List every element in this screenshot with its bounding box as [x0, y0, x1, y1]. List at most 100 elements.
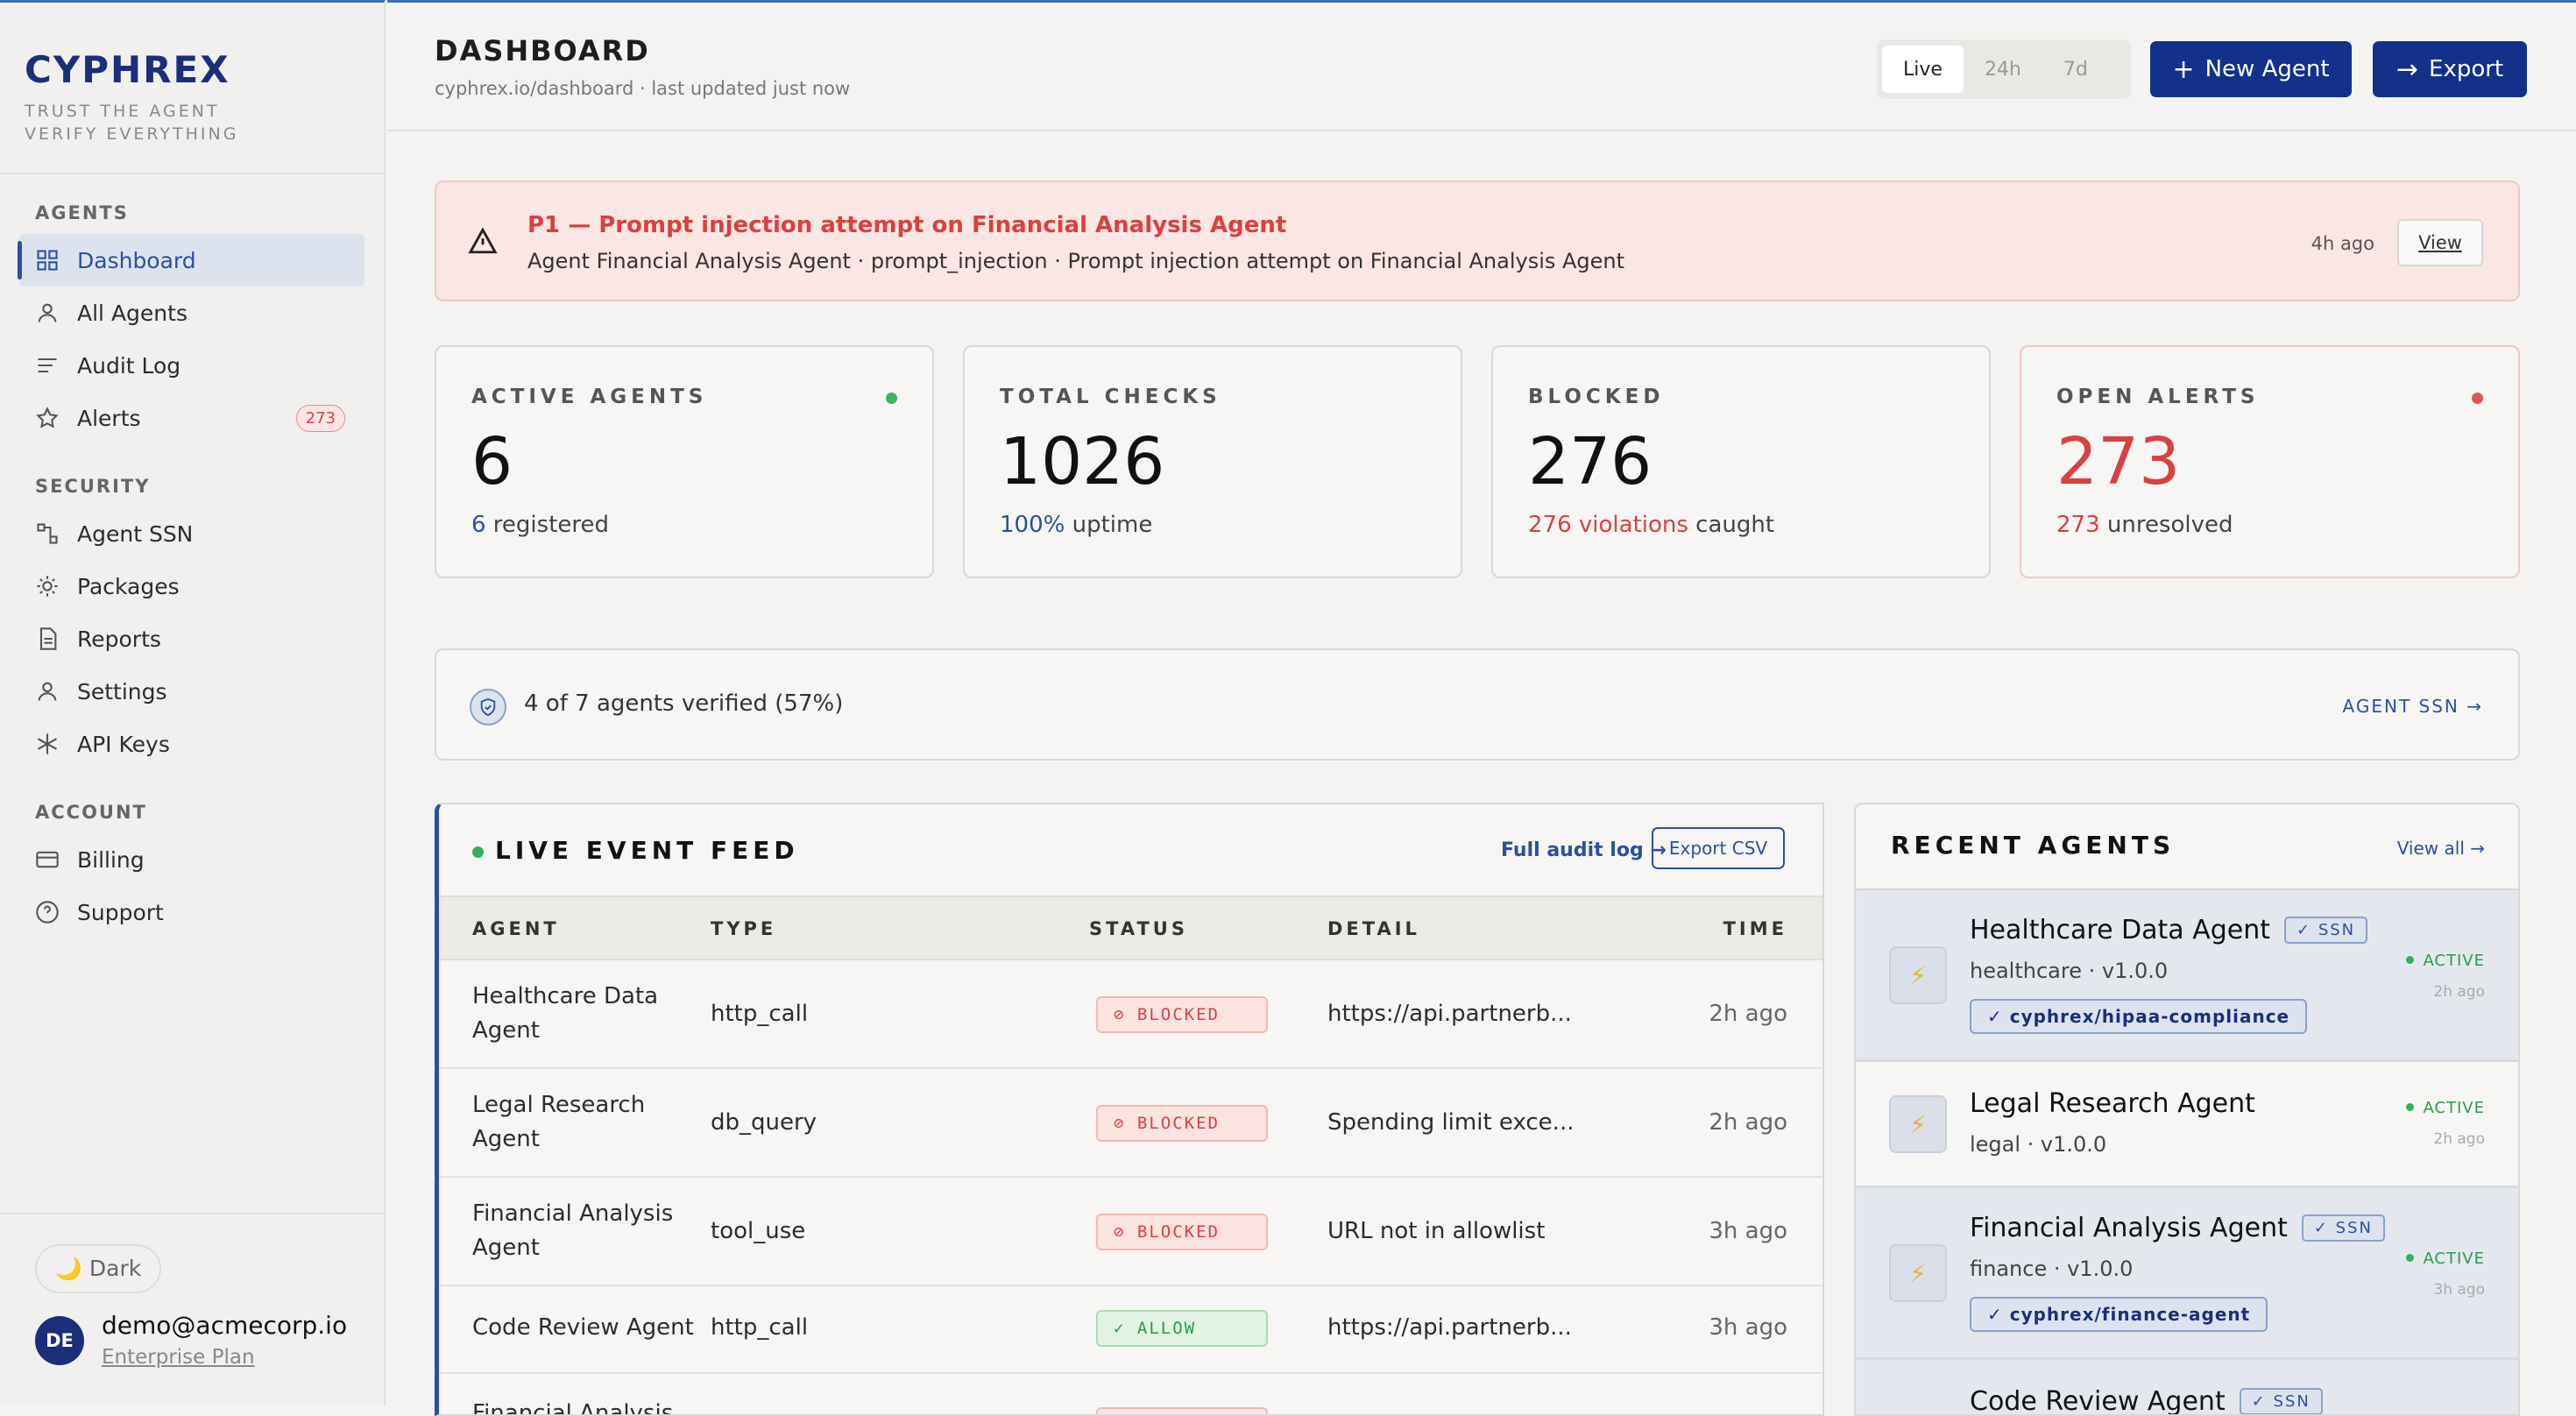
- package-badge[interactable]: ✓ cyphrex/hipaa-compliance: [1970, 999, 2308, 1034]
- package-badge[interactable]: ✓ cyphrex/finance-agent: [1970, 1297, 2268, 1332]
- table-row[interactable]: Legal Research Agent db_query ⊘ BLOCKED S…: [439, 1069, 1822, 1178]
- recent-agents-panel: RECENT AGENTS View all → ⚡ Healthcare Da…: [1854, 803, 2520, 1416]
- full-audit-log-link[interactable]: Full audit log →: [1501, 839, 1667, 861]
- lightning-icon: ⚡: [1889, 1244, 1947, 1302]
- help-icon: [36, 901, 59, 924]
- cell-agent: Legal Research Agent: [472, 1088, 645, 1157]
- recent-agents-header: RECENT AGENTS View all →: [1856, 804, 2518, 890]
- sidebar-item-alerts[interactable]: Alerts 273: [19, 392, 364, 444]
- new-agent-button[interactable]: + New Agent: [2150, 41, 2352, 97]
- cell-type: http_call: [711, 1314, 809, 1341]
- agent-time: 3h ago: [2433, 1281, 2485, 1299]
- range-24h-tab[interactable]: 24h: [1964, 46, 2042, 93]
- agent-name-line: Healthcare Data: [472, 983, 659, 1009]
- sidebar-item-agent-ssn[interactable]: Agent SSN: [19, 507, 364, 560]
- column-header-type[interactable]: TYPE: [711, 918, 776, 939]
- column-header-status[interactable]: STATUS: [1089, 918, 1188, 939]
- plus-icon: +: [2172, 53, 2195, 85]
- stat-card-open-alerts: OPEN ALERTS 273 273 unresolved: [2020, 345, 2520, 578]
- sidebar-item-packages[interactable]: Packages: [19, 560, 364, 612]
- lightning-icon: ⚡: [1889, 1095, 1947, 1153]
- export-csv-button[interactable]: Export CSV: [1652, 827, 1785, 869]
- agent-meta: finance · v1.0.0: [1970, 1257, 2134, 1281]
- agent-name: Legal Research Agent: [1970, 1088, 2255, 1119]
- alert-detail: Agent Financial Analysis Agent · prompt_…: [527, 249, 1625, 273]
- view-all-link[interactable]: View all →: [2397, 838, 2485, 859]
- sidebar-item-label: Packages: [77, 573, 180, 599]
- theme-toggle-button[interactable]: 🌙 Dark: [35, 1244, 161, 1293]
- sidebar-item-support[interactable]: Support: [19, 886, 364, 938]
- page-title: DASHBOARD: [435, 34, 650, 67]
- sidebar-item-label: Alerts: [77, 405, 141, 431]
- status-badge: ⊘ BLOCKED: [1096, 996, 1268, 1033]
- time-range-selector: Live 24h 7d: [1877, 39, 2131, 99]
- alerts-count-badge: 273: [295, 404, 345, 432]
- live-event-feed: LIVE EVENT FEED Full audit log → Export …: [435, 803, 1824, 1416]
- plan-link[interactable]: Enterprise Plan: [102, 1346, 255, 1369]
- agent-card-healthcare[interactable]: ⚡ Healthcare Data Agent ✓ SSN healthcare …: [1856, 890, 2518, 1062]
- ssn-badge: ✓ SSN: [2239, 1388, 2323, 1414]
- table-row[interactable]: Code Review Agent http_call ✓ ALLOW http…: [439, 1286, 1822, 1374]
- sidebar-item-label: Reports: [77, 626, 161, 652]
- status-badge: ⊘ BLOCKED: [1096, 1105, 1268, 1142]
- cell-type: db_query: [711, 1109, 817, 1136]
- table-row[interactable]: Financial Analysis Agent tool_use ⊘ BLOCK…: [439, 1178, 1822, 1286]
- stat-label: ACTIVE AGENTS: [471, 386, 708, 408]
- agent-card-financial[interactable]: ⚡ Financial Analysis Agent ✓ SSN finance …: [1856, 1188, 2518, 1360]
- table-row[interactable]: Financial Analysis: [439, 1374, 1822, 1414]
- cell-time: 3h ago: [1709, 1314, 1787, 1341]
- alert-view-button[interactable]: View: [2397, 219, 2483, 266]
- stat-highlight: 273: [2056, 512, 2100, 538]
- alert-time: 4h ago: [2311, 233, 2374, 254]
- status-badge: [1096, 1407, 1268, 1414]
- user-email: demo@acmecorp.io: [102, 1311, 348, 1340]
- column-header-detail[interactable]: DETAIL: [1327, 918, 1420, 939]
- stat-label: TOTAL CHECKS: [1000, 386, 1221, 408]
- sidebar-item-audit-log[interactable]: Audit Log: [19, 339, 364, 392]
- cell-time: 2h ago: [1709, 1001, 1787, 1027]
- column-header-time[interactable]: TIME: [1723, 918, 1787, 939]
- sidebar-item-label: All Agents: [77, 300, 188, 326]
- agent-time: 2h ago: [2433, 1130, 2485, 1148]
- agent-ssn-link[interactable]: AGENT SSN →: [2343, 696, 2483, 717]
- table-header: AGENT TYPE STATUS DETAIL TIME: [439, 896, 1822, 960]
- nodes-icon: [37, 523, 58, 544]
- range-live-tab[interactable]: Live: [1882, 46, 1964, 93]
- logo[interactable]: CYPHREX: [25, 48, 359, 91]
- avatar[interactable]: DE: [35, 1316, 84, 1365]
- sidebar-item-api-keys[interactable]: API Keys: [19, 718, 364, 770]
- sidebar-item-reports[interactable]: Reports: [19, 612, 364, 665]
- sidebar-item-label: Support: [77, 899, 164, 925]
- export-button[interactable]: → Export: [2373, 41, 2527, 97]
- verification-text: 4 of 7 agents verified (57%): [524, 690, 844, 717]
- stat-subtext-rest: unresolved: [2099, 512, 2233, 538]
- agent-name-line: Legal Research: [472, 1092, 646, 1118]
- column-header-agent[interactable]: AGENT: [472, 918, 560, 939]
- table-row[interactable]: Healthcare Data Agent http_call ⊘ BLOCKED…: [439, 960, 1822, 1069]
- agent-meta: legal · v1.0.0: [1970, 1132, 2107, 1157]
- sidebar-item-billing[interactable]: Billing: [19, 833, 364, 886]
- stat-subtext-rest: caught: [1688, 512, 1775, 538]
- cell-agent: Financial Analysis Agent: [472, 1197, 673, 1265]
- alert-banner: P1 — Prompt injection attempt on Financi…: [435, 181, 2520, 301]
- stat-card-total-checks: TOTAL CHECKS 1026 100% uptime: [963, 345, 1462, 578]
- doc-icon: [39, 627, 57, 650]
- recent-agents-title: RECENT AGENTS: [1891, 831, 2176, 860]
- tagline-line-1: TRUST THE AGENT: [25, 102, 220, 121]
- agent-name-line: Agent: [472, 1126, 540, 1152]
- sidebar-item-all-agents[interactable]: All Agents: [19, 287, 364, 339]
- lines-icon: [38, 358, 57, 373]
- stat-card-blocked: BLOCKED 276 276 violations caught: [1491, 345, 1991, 578]
- active-status: ACTIVE: [2406, 1099, 2485, 1117]
- status-dot: [886, 393, 897, 404]
- agent-meta: healthcare · v1.0.0: [1970, 959, 2169, 983]
- sidebar-item-settings[interactable]: Settings: [19, 665, 364, 718]
- sidebar-item-label: Audit Log: [77, 352, 181, 379]
- stat-label: OPEN ALERTS: [2056, 386, 2260, 408]
- agent-card-code-review[interactable]: Code Review Agent ✓ SSN: [1856, 1360, 2518, 1414]
- status-badge: ✓ ALLOW: [1096, 1310, 1268, 1347]
- sidebar-item-dashboard[interactable]: Dashboard: [18, 234, 364, 287]
- range-7d-tab[interactable]: 7d: [2042, 46, 2109, 93]
- agent-card-legal[interactable]: ⚡ Legal Research Agent legal · v1.0.0 AC…: [1856, 1062, 2518, 1188]
- stat-label: BLOCKED: [1528, 386, 1665, 408]
